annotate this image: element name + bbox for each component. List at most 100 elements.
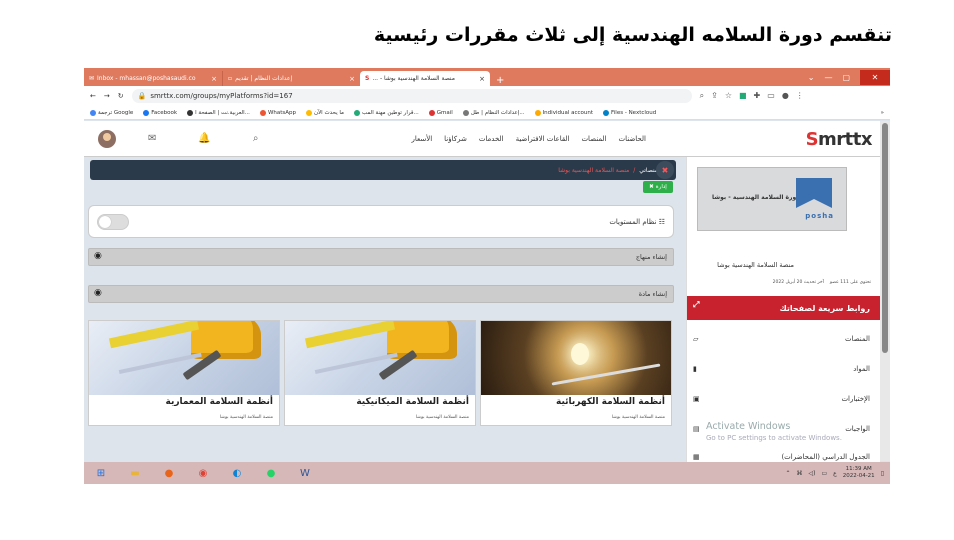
star-icon[interactable]: ☆ (725, 91, 732, 101)
nav-services[interactable]: الخدمات (479, 135, 504, 143)
nav-platforms[interactable]: المنصات (581, 135, 606, 143)
site-logo[interactable]: Smrttx (806, 129, 873, 150)
scrollbar-thumb[interactable] (882, 123, 888, 353)
page-icon: ▫ (228, 75, 233, 82)
bookmark-label: ما يحدث الآن (314, 109, 344, 116)
tab-platform[interactable]: S منصة السلامة الهندسية بوشا - ... × (360, 71, 490, 86)
chrome-icon[interactable]: ◉ (186, 462, 220, 484)
bookmark[interactable]: إعدادات النظام | طل... (462, 109, 525, 116)
bookmark[interactable]: ترجمة Google (90, 109, 133, 116)
create-subject-bar[interactable]: ◉ إنشاء مادة (88, 285, 674, 303)
bookmarks-bar: ترجمة Google Facebook العربية.نت | الصفح… (84, 106, 890, 120)
scrollbar[interactable] (880, 121, 890, 461)
bookmark[interactable]: Files - Nextcloud (603, 109, 657, 116)
bell-icon[interactable]: 🔔 (198, 133, 210, 144)
close-icon[interactable]: × (349, 75, 355, 83)
nav-incubators[interactable]: الحاضنات (618, 135, 646, 143)
close-window-icon[interactable]: ✕ (860, 69, 890, 85)
create-curriculum-bar[interactable]: ◉ إنشاء منهاج (88, 248, 674, 266)
manage-button[interactable]: ✖ إدارة (643, 181, 673, 193)
course-image (481, 321, 671, 395)
course-title: أنظمة السلامة الميكانيكية (356, 397, 469, 407)
forward-icon[interactable]: → (104, 92, 110, 100)
levels-toggle[interactable] (97, 214, 129, 230)
more-bookmarks[interactable]: » (881, 110, 884, 116)
quick-link-platforms[interactable]: المنصات ▱ (687, 329, 880, 349)
course-card[interactable]: أنظمة السلامة المعمارية منصة السلامة اله… (88, 320, 280, 426)
home-icon[interactable]: ✖ (656, 161, 674, 179)
posha-mark-icon (796, 178, 832, 208)
tab-label: إعدادات النظام | تقديم (235, 75, 293, 82)
tab-inbox[interactable]: ✉ Inbox - mhassan@poshasaudi.co × (84, 71, 222, 86)
new-tab-button[interactable]: + (490, 75, 510, 86)
mail-icon: ✉ (89, 75, 95, 82)
reload-icon[interactable]: ↻ (118, 92, 124, 100)
tray-chevron-icon[interactable]: ⌃ (785, 470, 790, 477)
whatsapp-icon[interactable]: ● (254, 462, 288, 484)
battery-icon[interactable]: ▭ (821, 470, 827, 477)
expand-icon[interactable]: ⤢ (693, 300, 699, 310)
nav-virtual-rooms[interactable]: القاعات الافتراضية (516, 135, 570, 143)
quick-link-tests[interactable]: الإختبارات ▣ (687, 389, 880, 409)
quick-link-subjects[interactable]: المواد ▮ (687, 359, 880, 379)
zoom-icon[interactable]: ⌕ (700, 91, 704, 101)
eye-icon[interactable]: ◉ (94, 288, 102, 298)
bookmark[interactable]: العربية.نت | الصفحة ا... (187, 109, 250, 116)
course-card[interactable]: أنظمة السلامة الكهربائية منصة السلامة ال… (480, 320, 672, 426)
url-input[interactable]: 🔒 smrttx.com/groups/myPlatforms?id=167 (131, 89, 692, 103)
chevron-down-icon[interactable]: ⌄ (808, 73, 815, 82)
tab-label: منصة السلامة الهندسية بوشا - ... (372, 75, 455, 82)
main-nav: الحاضنات المنصات القاعات الافتراضية الخد… (411, 135, 646, 143)
bookmark[interactable]: ما يحدث الآن (306, 109, 344, 116)
bookmark-label: Files - Nextcloud (611, 109, 657, 116)
close-icon[interactable]: × (211, 75, 217, 83)
platform-meta: تحتوي على 111 عضو آخر تحديث 20 أبريل 202… (691, 280, 871, 285)
course-image (285, 321, 475, 395)
search-icon[interactable]: ⌕ (253, 133, 259, 144)
quick-link-label: الواجبات (845, 425, 870, 433)
nav-partners[interactable]: شركاؤنا (444, 135, 467, 143)
mail-icon[interactable]: ✉ (148, 133, 156, 144)
extension-icon[interactable]: ■ (739, 91, 747, 101)
bookmark[interactable]: Individual account (534, 109, 593, 116)
last-updated: آخر تحديث 20 أبريل 2022 (772, 280, 824, 285)
edge-icon[interactable]: ◐ (220, 462, 254, 484)
doc-icon: ▤ (693, 425, 700, 433)
bookmark-label: WhatsApp (267, 109, 296, 116)
maximize-icon[interactable]: ▢ (842, 73, 850, 82)
file-explorer-icon[interactable]: ▬ (118, 462, 152, 484)
nav-prices[interactable]: الأسعار (411, 135, 432, 143)
share-icon[interactable]: ⇪ (711, 91, 718, 101)
windows-start-icon[interactable]: ⊞ (84, 462, 118, 484)
eye-icon[interactable]: ◉ (94, 251, 102, 261)
avatar[interactable] (98, 129, 116, 148)
firefox-icon[interactable]: ● (152, 462, 186, 484)
volume-icon[interactable]: ◁) (808, 470, 815, 477)
main-content: ✖ منصاتي / منصة السلامة الهندسية بوشا ✖ إ… (84, 157, 684, 484)
tab-settings[interactable]: ▫ إعدادات النظام | تقديم × (222, 71, 360, 86)
bookmark[interactable]: Facebook (143, 109, 177, 116)
course-card[interactable]: أنظمة السلامة الميكانيكية منصة السلامة ا… (284, 320, 476, 426)
sidepanel-icon[interactable]: ▭ (767, 91, 775, 101)
word-icon[interactable]: W (288, 462, 322, 484)
calendar-icon: ▦ (693, 453, 700, 461)
minimize-icon[interactable]: — (824, 73, 832, 82)
puzzle-icon[interactable]: ✚ (754, 91, 761, 101)
notifications-icon[interactable]: ▯ (881, 470, 884, 477)
bookmark[interactable]: Gmail (428, 109, 453, 116)
profile-icon[interactable]: ● (782, 91, 789, 101)
address-bar: ← → ↻ 🔒 smrttx.com/groups/myPlatforms?id=… (84, 86, 890, 106)
bookmark-label: إعدادات النظام | طل... (470, 109, 525, 116)
language-indicator[interactable]: ع (833, 470, 837, 477)
clock[interactable]: 11:39 AM 2022-04-21 (843, 466, 875, 480)
close-icon[interactable]: × (479, 75, 485, 83)
back-icon[interactable]: ← (90, 92, 96, 100)
course-subtitle: منصة السلامة الهندسية بوشا (611, 415, 665, 420)
site-header: ✉ 🔔 ⌕ الحاضنات المنصات القاعات الافتراضي… (84, 121, 890, 157)
bookmark[interactable]: WhatsApp (259, 109, 296, 116)
bookmark[interactable]: قرار توطين مهنة المب... (353, 109, 419, 116)
menu-icon[interactable]: ⋮ (796, 91, 804, 101)
network-icon[interactable]: ⌘ (796, 470, 802, 477)
quick-link-label: الإختبارات (841, 395, 870, 403)
create-curriculum-label: إنشاء منهاج (635, 253, 667, 261)
